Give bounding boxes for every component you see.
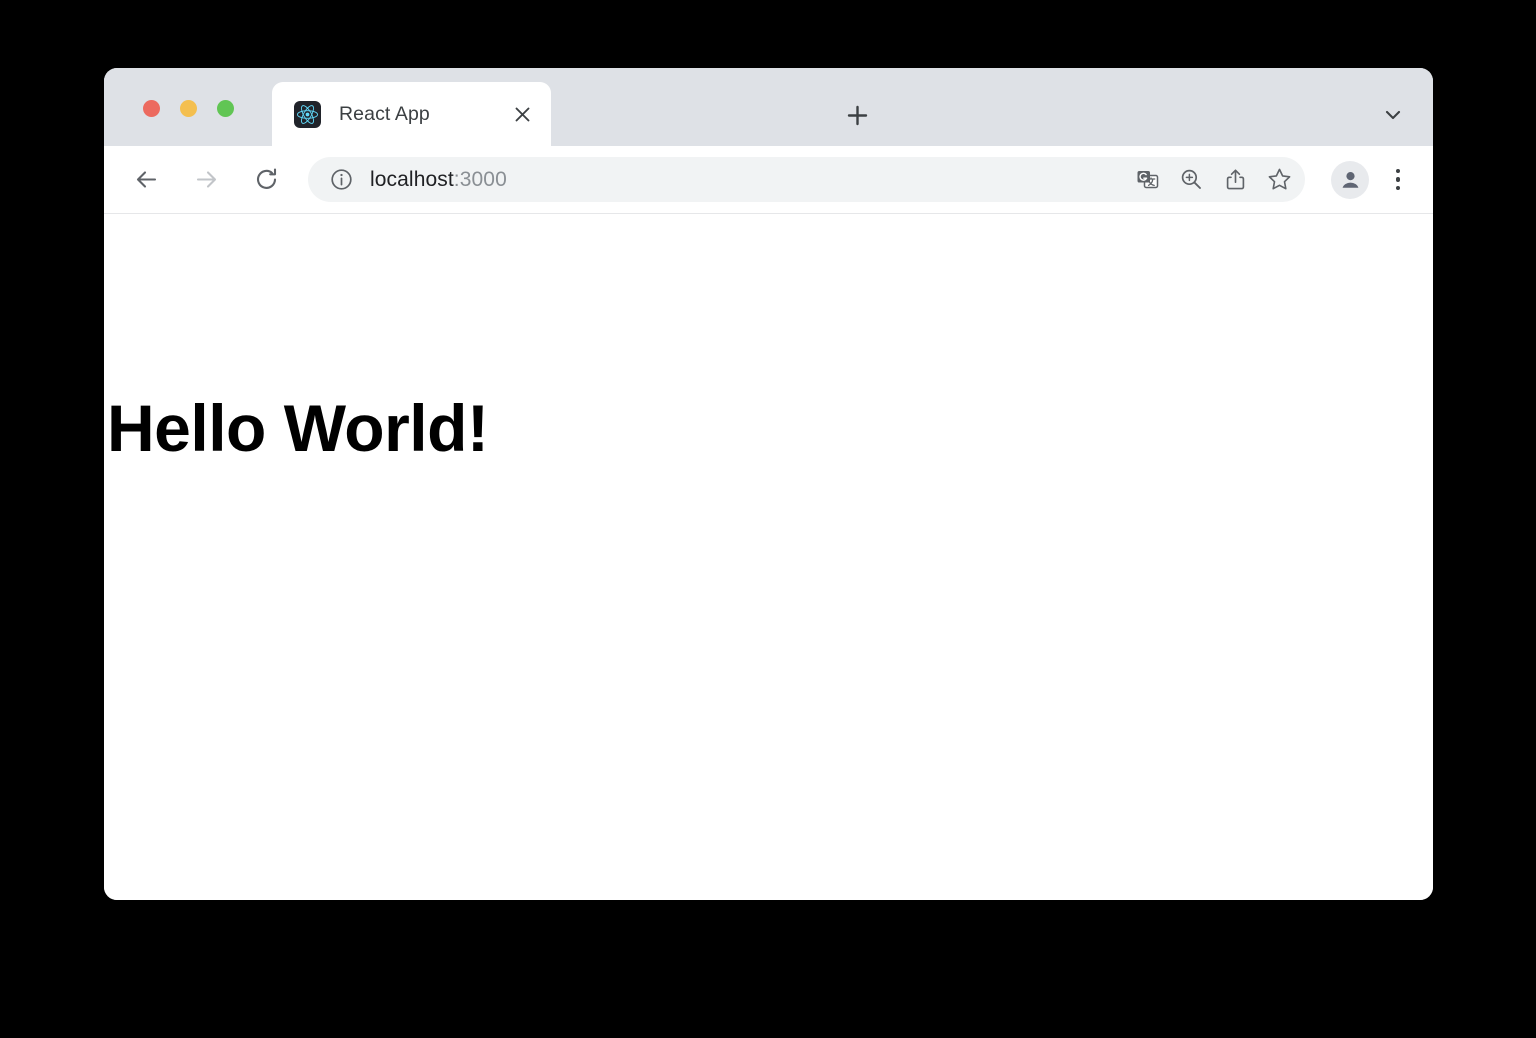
browser-toolbar: localhost:3000 [104,146,1433,214]
url-text: localhost:3000 [370,168,1121,192]
menu-dot [1395,185,1401,191]
browser-window: React App localhost:3000 Hello World! [104,68,1433,900]
three-dot-menu-icon[interactable] [1381,163,1415,197]
window-maximize-button[interactable] [217,100,234,117]
info-circle-icon[interactable] [328,167,354,193]
react-logo-icon [294,100,321,128]
reload-button[interactable] [246,160,286,200]
share-icon[interactable] [1217,162,1253,198]
plus-icon [847,105,867,125]
tab-strip: React App [104,68,1433,146]
window-minimize-button[interactable] [180,100,197,117]
window-traffic-lights [143,100,234,117]
react-logo-svg [297,104,318,124]
bookmark-star-icon[interactable] [1261,162,1297,198]
tab-list-button[interactable] [1379,101,1407,129]
back-arrow-icon [136,171,156,188]
url-host: localhost [370,167,454,191]
tab-close-icon[interactable] [507,99,537,129]
address-bar[interactable]: localhost:3000 [308,157,1305,202]
new-tab-button[interactable] [842,100,872,130]
chevron-down-icon [1385,110,1401,120]
page-viewport: Hello World! [104,214,1433,900]
zoom-in-icon[interactable] [1173,162,1209,198]
page-heading: Hello World! [107,391,489,465]
forward-arrow-icon [196,171,216,188]
forward-button[interactable] [186,160,226,200]
tab-title: React App [339,102,430,125]
translate-icon[interactable] [1129,162,1165,198]
window-close-button[interactable] [143,100,160,117]
tab-react-app[interactable]: React App [272,82,551,146]
menu-dot [1395,177,1401,182]
menu-dot [1395,168,1401,174]
profile-avatar-icon[interactable] [1331,160,1369,199]
reload-icon [256,168,276,189]
back-button[interactable] [126,160,166,200]
url-port: :3000 [453,167,507,191]
